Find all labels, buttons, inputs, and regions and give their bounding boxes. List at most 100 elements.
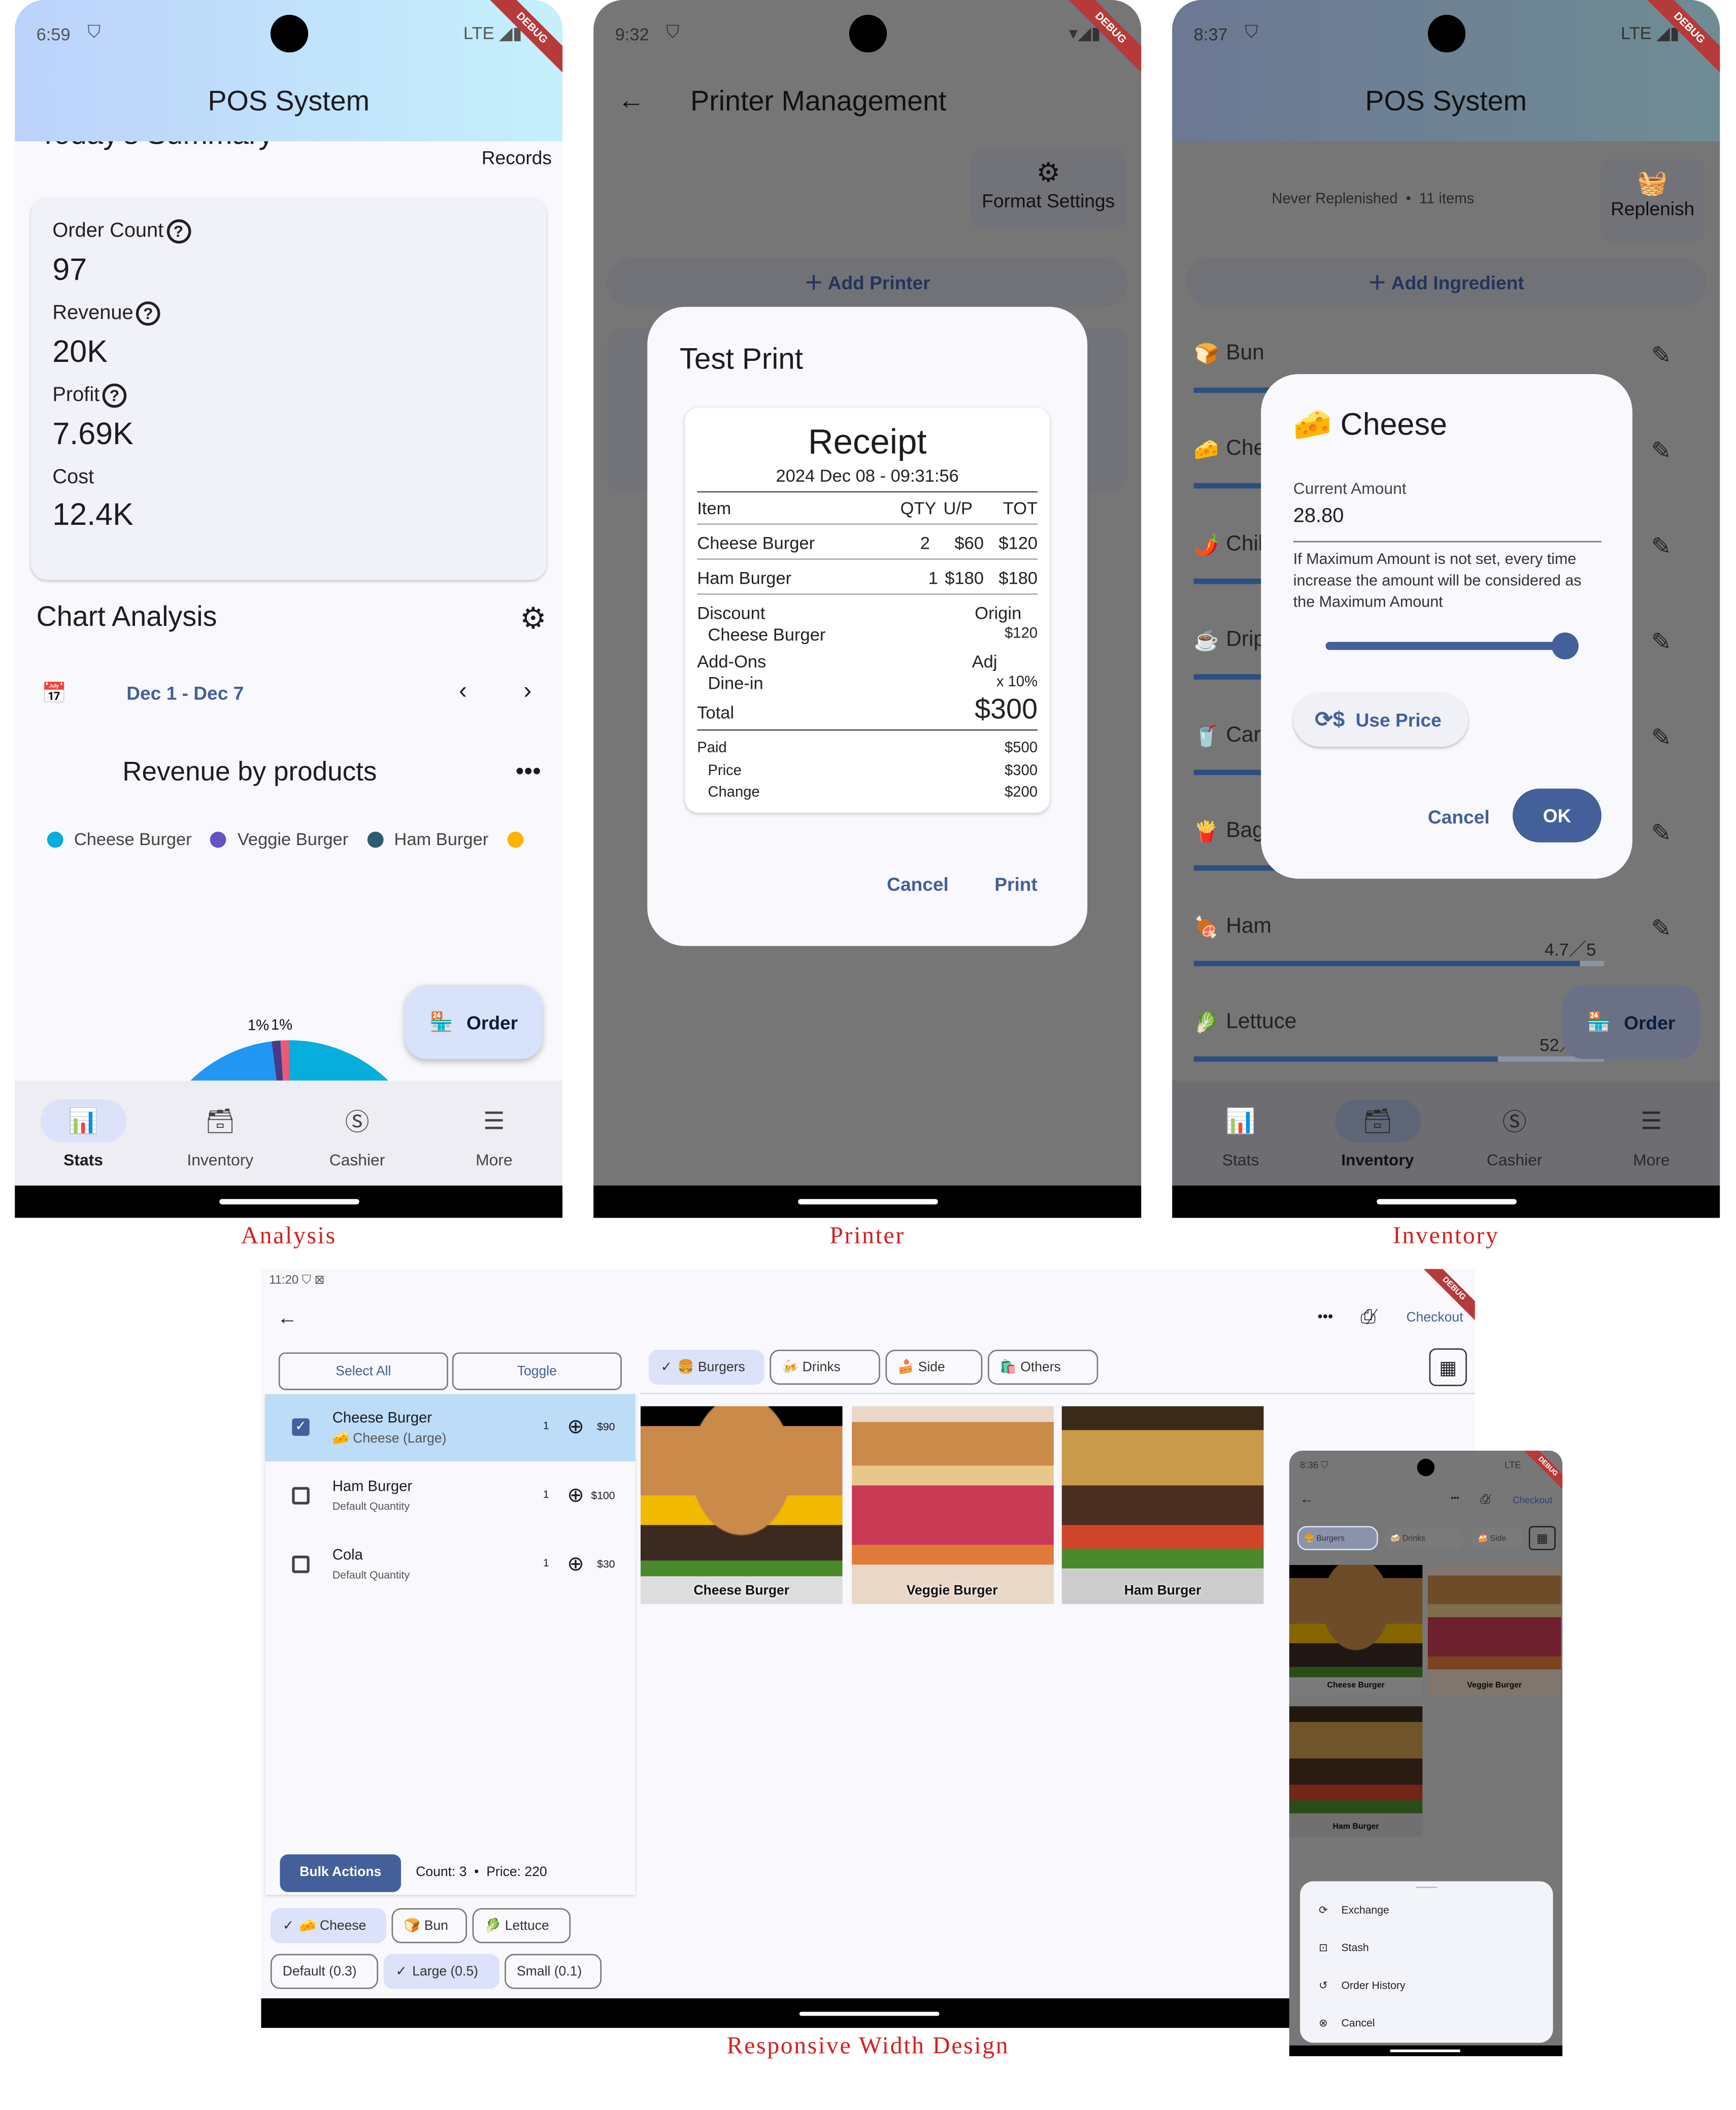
filter-chip[interactable]: 🍻 Drinks xyxy=(770,1350,880,1385)
back-icon[interactable]: ← xyxy=(618,86,645,117)
help-icon[interactable]: ? xyxy=(166,219,191,244)
filter-chip[interactable]: 🍰 Side xyxy=(885,1350,983,1385)
add-ingredient-button[interactable]: ＋ Add Ingredient xyxy=(1185,258,1707,307)
order-fab[interactable]: 🏪 Order xyxy=(405,985,543,1059)
add-quantity-icon[interactable]: ⊕ xyxy=(567,1483,584,1507)
filter-chip[interactable]: 🍞 Bun xyxy=(391,1908,467,1944)
filter-chip[interactable]: 🍰 Side xyxy=(1471,1526,1525,1551)
pie-icon xyxy=(367,831,384,847)
order-fab[interactable]: 🏪 Order xyxy=(1562,985,1700,1059)
filter-chip[interactable]: ✓ 🧀 Cheese xyxy=(270,1908,386,1944)
printer-off-icon[interactable]: ⎙̸ xyxy=(1360,1305,1376,1328)
inventory-icon: 🗃 xyxy=(1334,1099,1421,1143)
legend-item: Cheese Burger xyxy=(47,829,192,849)
pie-label: 1% xyxy=(271,1017,292,1033)
next-range-icon[interactable]: › xyxy=(523,677,531,706)
product-card[interactable]: Ham Burger xyxy=(1289,1706,1423,1837)
replenish-label: Replenish xyxy=(1611,197,1695,220)
chart-settings-icon[interactable]: ⚙ xyxy=(520,601,546,637)
pie-slice[interactable] xyxy=(289,1040,426,1081)
filter-chip[interactable]: ✓ Large (0.5) xyxy=(383,1954,499,1989)
help-icon[interactable]: ? xyxy=(136,301,160,326)
item-checkbox[interactable] xyxy=(292,1555,310,1573)
cart-item[interactable]: Ham Burger Default Quantity 1 ⊕ $100 xyxy=(265,1463,635,1530)
item-checkbox[interactable]: ✓ xyxy=(292,1418,310,1436)
bulk-actions-button[interactable]: Bulk Actions xyxy=(280,1854,402,1892)
action-sheet: ⟳ Exchange ⊡ Stash ↺ Order History ⊗ Cancel xyxy=(1300,1881,1553,2043)
cancel-item[interactable]: ⊗ Cancel xyxy=(1319,2017,1375,2029)
checkout-button[interactable]: Checkout xyxy=(1513,1496,1552,1506)
format-settings-button[interactable]: ⚙ Format Settings xyxy=(970,148,1127,229)
help-icon[interactable]: ? xyxy=(102,383,127,408)
cancel-button[interactable]: Cancel xyxy=(887,874,949,895)
back-icon[interactable]: ← xyxy=(1300,1492,1314,1507)
select-all-button[interactable]: Select All xyxy=(278,1352,448,1390)
grid-view-icon[interactable]: ▦ xyxy=(1429,1348,1467,1386)
chart-more-icon[interactable]: ••• xyxy=(516,758,541,786)
add-quantity-icon[interactable]: ⊕ xyxy=(567,1552,584,1576)
nav-inventory[interactable]: 🗃 Inventory xyxy=(152,1081,289,1186)
current-amount-input[interactable]: 28.80 xyxy=(1293,505,1601,543)
cart-item[interactable]: ✓ Cheese Burger 🧀 Cheese (Large) 1 ⊕ $90 xyxy=(265,1394,636,1462)
stash-item[interactable]: ⊡ Stash xyxy=(1319,1942,1369,1954)
date-range-button[interactable]: Dec 1 - Dec 7 xyxy=(126,682,244,704)
edit-icon[interactable]: ✎ xyxy=(1651,533,1672,561)
edit-icon[interactable]: ✎ xyxy=(1651,438,1672,466)
edit-icon[interactable]: ✎ xyxy=(1651,915,1672,944)
nav-more[interactable]: ☰ More xyxy=(425,1081,562,1186)
ingredient-name: Lettuce xyxy=(1226,1011,1297,1034)
summary-card: Order Count? 97 Revenue? 20K Profit? 7.69K Cos… xyxy=(30,197,547,580)
filter-chip[interactable]: 🍔 Burgers xyxy=(1297,1526,1378,1551)
pie-slice[interactable] xyxy=(165,1041,289,1081)
filter-chip[interactable]: Default (0.3) xyxy=(270,1954,378,1989)
amount-slider[interactable] xyxy=(1325,632,1579,660)
more-icon[interactable]: ••• xyxy=(1451,1495,1459,1503)
edit-icon[interactable]: ✎ xyxy=(1651,724,1672,752)
nav-cashier[interactable]: Ⓢ Cashier xyxy=(1446,1081,1583,1186)
product-card[interactable]: Veggie Burger xyxy=(851,1406,1053,1604)
nav-cashier[interactable]: Ⓢ Cashier xyxy=(289,1081,426,1186)
edit-icon[interactable]: ✎ xyxy=(1651,342,1672,370)
nav-stats[interactable]: 📊 Stats xyxy=(15,1081,152,1186)
back-icon[interactable]: ← xyxy=(277,1307,297,1329)
filter-chip[interactable]: Small (0.1) xyxy=(505,1954,602,1989)
checkout-button[interactable]: Checkout xyxy=(1407,1311,1463,1325)
cancel-button[interactable]: Cancel xyxy=(1428,806,1490,827)
status-bar: 8:36 ⛉ xyxy=(1300,1461,1328,1471)
edit-icon[interactable]: ✎ xyxy=(1651,628,1672,657)
grid-view-icon[interactable]: ▦ xyxy=(1528,1526,1556,1551)
exchange-item[interactable]: ⟳ Exchange xyxy=(1319,1904,1389,1916)
cart-list: ✓ Cheese Burger 🧀 Cheese (Large) 1 ⊕ $90 Ham B… xyxy=(265,1394,636,1895)
receipt-total: Total $300 xyxy=(697,694,1038,725)
nav-stats[interactable]: 📊 Stats xyxy=(1172,1081,1309,1186)
edit-icon[interactable]: ✎ xyxy=(1651,820,1672,848)
product-card[interactable]: Veggie Burger xyxy=(1427,1565,1561,1696)
calendar-icon[interactable]: 📅 xyxy=(42,681,67,705)
records-button[interactable]: Records xyxy=(482,147,552,168)
use-price-button[interactable]: ⟳$ Use Price xyxy=(1293,693,1468,747)
print-button[interactable]: Print xyxy=(994,874,1038,895)
nav-more[interactable]: ☰ More xyxy=(1583,1081,1720,1186)
test-print-dialog: Test Print Receipt 2024 Dec 08 - 09:31:5… xyxy=(647,307,1088,946)
previous-range-icon[interactable]: ‹ xyxy=(459,677,467,706)
add-printer-button[interactable]: ＋ Add Printer xyxy=(607,258,1128,307)
caption-analysis: Analysis xyxy=(241,1222,337,1249)
filter-chip[interactable]: 🥬 Lettuce xyxy=(472,1908,571,1944)
nav-inventory[interactable]: 🗃 Inventory xyxy=(1309,1081,1446,1186)
toggle-button[interactable]: Toggle xyxy=(452,1352,622,1390)
filter-chip[interactable]: 🛍️ Others xyxy=(987,1350,1098,1385)
item-checkbox[interactable] xyxy=(292,1487,310,1505)
product-card[interactable]: Cheese Burger xyxy=(1289,1565,1423,1696)
ok-button[interactable]: OK xyxy=(1512,788,1601,843)
product-card[interactable]: Ham Burger xyxy=(1061,1406,1264,1604)
order-history-item[interactable]: ↺ Order History xyxy=(1319,1980,1405,1992)
more-icon[interactable]: ••• xyxy=(1318,1310,1333,1326)
replenish-button[interactable]: 🧺 Replenish xyxy=(1600,158,1706,243)
cart-item[interactable]: Cola Default Quantity 1 ⊕ $30 xyxy=(265,1531,635,1599)
filter-chip[interactable]: 🍻 Drinks xyxy=(1383,1526,1464,1551)
product-card[interactable]: Cheese Burger xyxy=(640,1406,843,1604)
filter-chip[interactable]: ✓ 🍔 Burgers xyxy=(648,1350,764,1385)
slider-thumb[interactable] xyxy=(1551,632,1579,660)
add-quantity-icon[interactable]: ⊕ xyxy=(567,1414,584,1438)
printer-off-icon[interactable]: ⎙̸ xyxy=(1480,1492,1490,1507)
